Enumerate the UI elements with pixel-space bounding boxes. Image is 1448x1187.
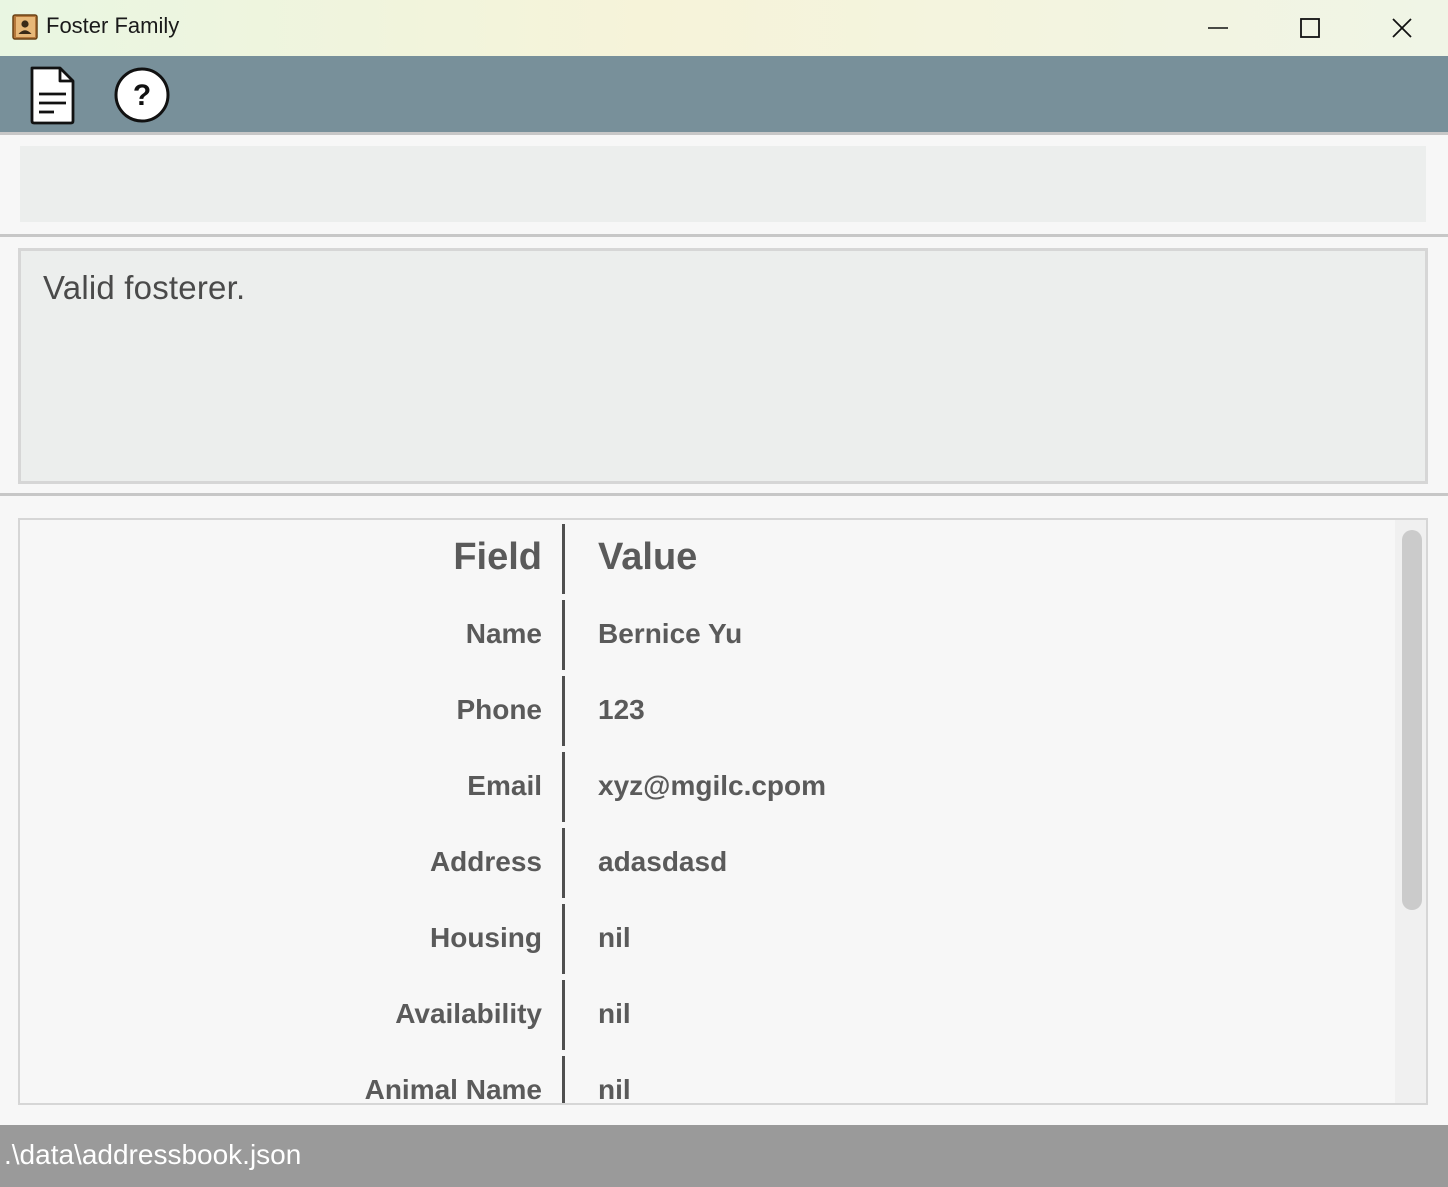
status-bar: .\data\addressbook.json <box>0 1125 1448 1187</box>
svg-text:?: ? <box>133 79 151 112</box>
column-divider <box>562 600 565 670</box>
file-menu-button[interactable] <box>22 64 84 126</box>
details-table[interactable]: Field Value Name Bernice Yu Phone 123 Em… <box>18 518 1428 1105</box>
table-row[interactable]: Email xyz@mgilc.cpom <box>20 748 1395 824</box>
scrollbar-thumb[interactable] <box>1402 530 1422 910</box>
address-book-icon <box>12 14 38 40</box>
result-message: Valid fosterer. <box>43 269 246 306</box>
maximize-icon <box>1300 18 1320 38</box>
table-header-row: Field Value <box>20 520 1395 596</box>
minimize-button[interactable] <box>1172 0 1264 56</box>
result-display[interactable]: Valid fosterer. <box>18 248 1428 484</box>
field-label: Address <box>429 846 542 877</box>
field-value: nil <box>598 998 631 1029</box>
table-row[interactable]: Phone 123 <box>20 672 1395 748</box>
field-label: Email <box>467 770 542 801</box>
field-label: Phone <box>456 694 542 725</box>
app-window: Foster Family ? Valid fosterer. Field Va… <box>0 0 1448 1187</box>
divider <box>0 132 1448 135</box>
divider[interactable] <box>0 234 1448 237</box>
maximize-button[interactable] <box>1264 0 1356 56</box>
table-row[interactable]: Address adasdasd <box>20 824 1395 900</box>
table-row[interactable]: Animal Name nil <box>20 1052 1395 1103</box>
column-header-field: Field <box>453 536 542 578</box>
field-label: Availability <box>395 998 542 1029</box>
file-path: .\data\addressbook.json <box>4 1139 302 1170</box>
table-body: Field Value Name Bernice Yu Phone 123 Em… <box>20 520 1395 1103</box>
field-value: adasdasd <box>598 846 728 877</box>
command-input[interactable] <box>20 146 1426 222</box>
field-value: nil <box>598 922 631 953</box>
toolbar: ? <box>0 56 1448 132</box>
field-value: nil <box>598 1074 631 1103</box>
column-divider <box>562 676 565 746</box>
table-row[interactable]: Housing nil <box>20 900 1395 976</box>
close-button[interactable] <box>1356 0 1448 56</box>
table-row[interactable]: Name Bernice Yu <box>20 596 1395 672</box>
close-icon <box>1392 18 1412 38</box>
field-label: Name <box>465 618 542 649</box>
field-value: 123 <box>598 694 645 725</box>
column-divider <box>562 828 565 898</box>
help-menu-button[interactable]: ? <box>111 64 173 126</box>
column-divider <box>562 1056 565 1103</box>
title-bar[interactable]: Foster Family <box>0 0 1448 56</box>
window-title: Foster Family <box>46 13 180 38</box>
field-label: Animal Name <box>364 1074 542 1103</box>
column-divider <box>562 980 565 1050</box>
field-value: xyz@mgilc.cpom <box>598 770 827 801</box>
divider[interactable] <box>0 493 1448 496</box>
minimize-icon <box>1208 27 1228 29</box>
help-icon: ? <box>114 67 170 123</box>
column-divider <box>562 904 565 974</box>
field-label: Housing <box>430 922 542 953</box>
field-value: Bernice Yu <box>598 618 743 649</box>
file-icon <box>30 66 75 125</box>
column-header-value: Value <box>598 536 698 578</box>
column-divider <box>562 524 565 594</box>
table-row[interactable]: Availability nil <box>20 976 1395 1052</box>
column-divider <box>562 752 565 822</box>
